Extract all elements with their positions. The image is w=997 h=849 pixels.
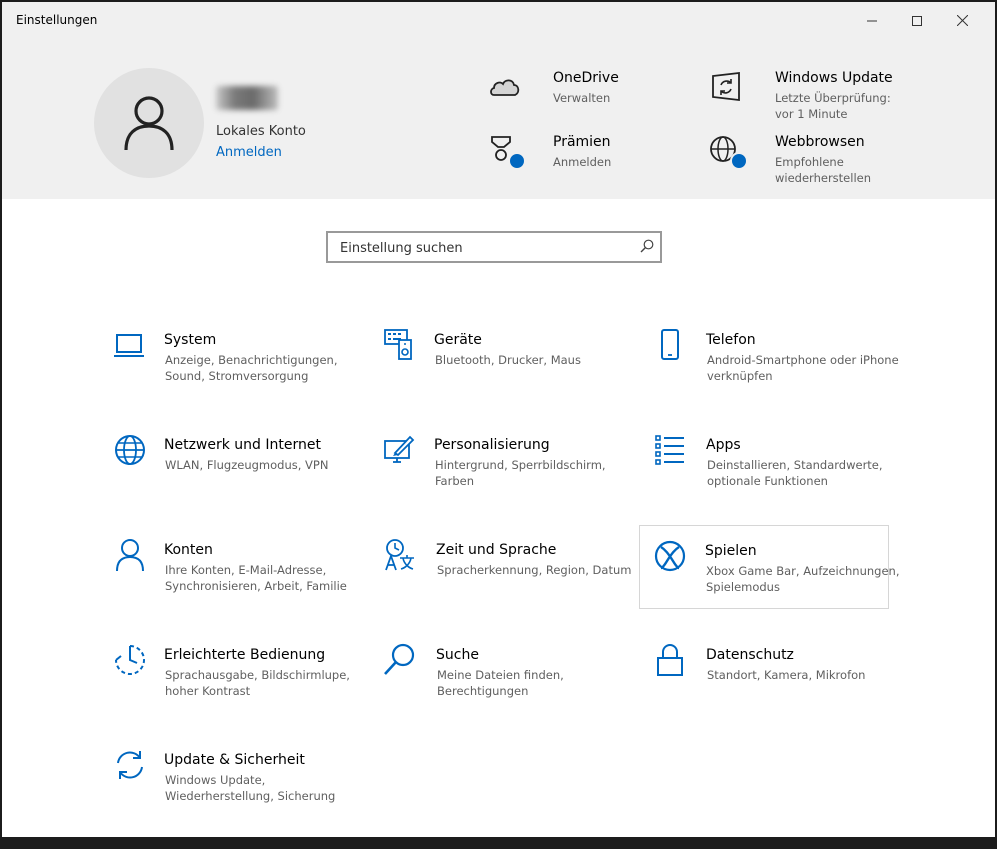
xbox-icon xyxy=(654,540,686,572)
category-suche[interactable]: Suche Meine Dateien finden, Berechtigung… xyxy=(380,642,628,724)
category-datenschutz[interactable]: Datenschutz Standort, Kamera, Mikrofon xyxy=(650,642,898,724)
category-update-sicherheit[interactable]: Update & Sicherheit Windows Update, Wied… xyxy=(110,747,358,829)
maximize-icon xyxy=(912,15,922,26)
lock-icon xyxy=(657,644,683,676)
settings-search-box[interactable] xyxy=(326,231,662,263)
quick-link-subtitle: Verwalten xyxy=(553,91,611,105)
category-subtitle: Android-Smartphone oder iPhone verknüpfe… xyxy=(707,353,899,383)
category-subtitle: Sprachausgabe, Bildschirmlupe, hoher Kon… xyxy=(165,668,350,698)
minimize-button[interactable] xyxy=(849,2,895,39)
category-title: Personalisierung xyxy=(434,437,550,453)
quick-link-subtitle: Anmelden xyxy=(553,155,612,169)
category-subtitle: WLAN, Flugzeugmodus, VPN xyxy=(165,458,329,472)
category-title: Geräte xyxy=(434,332,482,348)
phone-icon xyxy=(661,329,679,360)
laptop-icon xyxy=(114,334,144,357)
sync-icon xyxy=(117,751,143,779)
category-title: Netzwerk und Internet xyxy=(164,437,321,453)
category-title: System xyxy=(164,332,217,348)
accessibility-icon xyxy=(115,645,145,675)
avatar[interactable] xyxy=(94,68,204,178)
category-subtitle: Deinstallieren, Standardwerte, optionale… xyxy=(707,458,883,488)
maximize-button[interactable] xyxy=(894,2,940,39)
apps-list-icon xyxy=(655,435,684,465)
title-bar: Einstellungen xyxy=(2,2,995,39)
category-title: Suche xyxy=(436,647,479,663)
category-erleichterte-bedienung[interactable]: Erleichterte Bedienung Sprachausgabe, Bi… xyxy=(110,642,358,724)
category-geraete[interactable]: Geräte Bluetooth, Drucker, Maus xyxy=(380,327,628,409)
quick-link-subtitle: Letzte Überprüfung: vor 1 Minute xyxy=(775,91,891,121)
category-telefon[interactable]: Telefon Android-Smartphone oder iPhone v… xyxy=(650,327,899,409)
magnifier-icon xyxy=(384,643,415,675)
category-konten[interactable]: Konten Ihre Konten, E-Mail-Adresse, Sync… xyxy=(110,537,358,619)
personalization-icon xyxy=(384,435,415,463)
category-title: Update & Sicherheit xyxy=(164,752,305,768)
close-button[interactable] xyxy=(939,2,985,39)
category-subtitle: Anzeige, Benachrichtigungen, Sound, Stro… xyxy=(165,353,338,383)
category-title: Apps xyxy=(706,437,741,453)
category-subtitle: Ihre Konten, E-Mail-Adresse, Synchronisi… xyxy=(165,563,347,593)
category-netzwerk[interactable]: Netzwerk und Internet WLAN, Flugzeugmodu… xyxy=(110,432,358,514)
category-title: Erleichterte Bedienung xyxy=(164,647,326,663)
category-subtitle: Xbox Game Bar, Aufzeichnungen, Spielemod… xyxy=(706,564,900,594)
category-subtitle: Hintergrund, Sperrbildschirm, Farben xyxy=(435,458,606,488)
notification-badge xyxy=(508,152,526,170)
category-apps[interactable]: Apps Deinstallieren, Standardwerte, opti… xyxy=(650,432,898,514)
category-title: Zeit und Sprache xyxy=(436,542,557,558)
category-title: Konten xyxy=(164,542,213,558)
windows-update-icon xyxy=(712,71,740,102)
person-icon xyxy=(124,96,174,151)
quick-link-title: OneDrive xyxy=(553,70,619,86)
signin-link[interactable]: Anmelden xyxy=(216,145,282,160)
close-icon xyxy=(956,15,968,26)
category-title: Telefon xyxy=(706,332,756,348)
category-system[interactable]: System Anzeige, Benachrichtigungen, Soun… xyxy=(110,327,358,409)
category-subtitle: Spracherkennung, Region, Datum xyxy=(437,563,632,577)
category-subtitle: Standort, Kamera, Mikrofon xyxy=(707,668,866,682)
category-subtitle: Bluetooth, Drucker, Maus xyxy=(435,353,581,367)
devices-icon xyxy=(384,329,412,360)
person-icon xyxy=(116,539,144,572)
time-language-icon xyxy=(385,539,414,571)
search-icon[interactable] xyxy=(640,239,654,253)
quick-link-title: Webbrowsen xyxy=(775,134,865,150)
account-header: Lokales Konto Anmelden OneDrive Verwalte… xyxy=(2,39,995,199)
category-title: Datenschutz xyxy=(706,647,794,663)
category-subtitle: Windows Update, Wiederherstellung, Siche… xyxy=(165,773,336,803)
notification-badge xyxy=(730,152,748,170)
search-input[interactable] xyxy=(338,238,632,258)
category-spielen[interactable]: Spielen Xbox Game Bar, Aufzeichnungen, S… xyxy=(639,525,900,609)
category-zeit-und-sprache[interactable]: Zeit und Sprache Spracherkennung, Region… xyxy=(380,537,631,619)
category-title: Spielen xyxy=(705,543,757,559)
account-type: Lokales Konto xyxy=(216,124,306,139)
quick-link-subtitle: Empfohlene wiederherstellen xyxy=(775,155,871,185)
settings-window: Einstellungen Lokales Konto Anmelden One… xyxy=(2,2,995,837)
window-title: Einstellungen xyxy=(16,13,98,27)
category-personalisierung[interactable]: Personalisierung Hintergrund, Sperrbilds… xyxy=(380,432,628,514)
quick-link-title: Prämien xyxy=(553,134,611,150)
username-blurred xyxy=(216,86,278,110)
cloud-icon xyxy=(490,79,520,96)
minimize-icon xyxy=(867,20,877,21)
category-subtitle: Meine Dateien finden, Berechtigungen xyxy=(437,668,564,698)
quick-link-title: Windows Update xyxy=(775,70,893,86)
globe-icon xyxy=(115,435,145,465)
